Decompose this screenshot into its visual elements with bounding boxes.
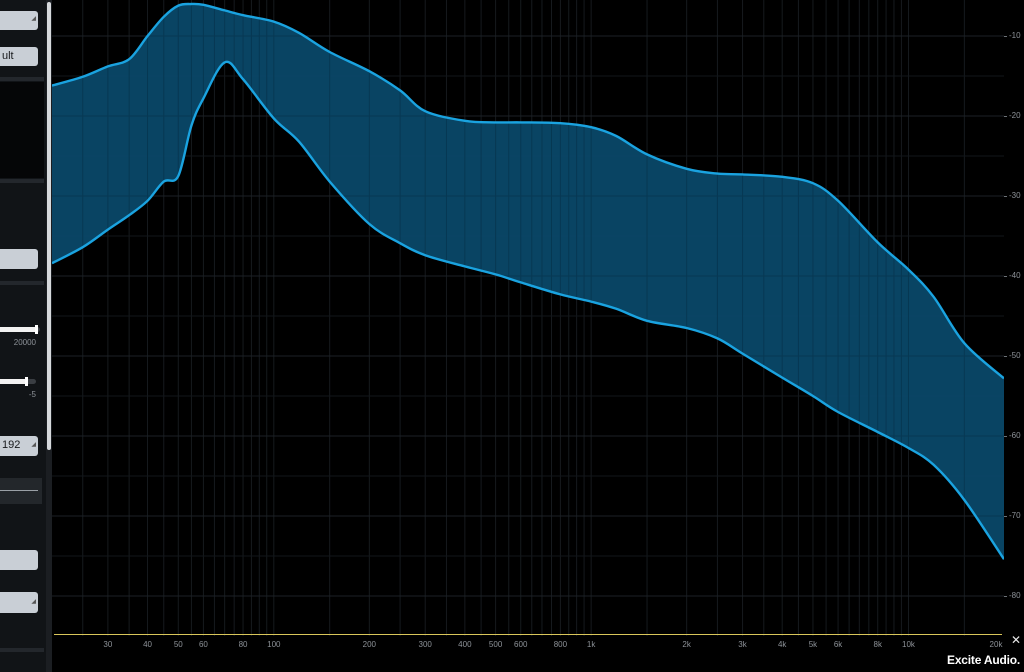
frequency-label: 10k: [902, 640, 915, 649]
frequency-label: 400: [458, 640, 472, 649]
db-tick: [1004, 116, 1007, 117]
db-label: -80: [1009, 591, 1021, 600]
frequency-label: 40: [143, 640, 152, 649]
frequency-slider-knob[interactable]: [35, 325, 38, 334]
frequency-label: 60: [198, 640, 208, 649]
frequency-axis-bar: Excite Audio. 30 40 50 60 80 100 200 300 400 500 6…: [52, 636, 1024, 672]
frequency-label: 6k: [833, 640, 843, 649]
gain-value: -5: [28, 390, 36, 399]
gain-slider[interactable]: [0, 377, 36, 386]
settings-panel: ◢ ult 20000 -5 192 ◢ ◢: [0, 0, 52, 672]
frequency-label: 20k: [989, 640, 1003, 649]
db-tick: [1004, 36, 1007, 37]
db-tick: [1004, 596, 1007, 597]
panel-divider: [0, 648, 44, 652]
frequency-label: 100: [267, 640, 281, 649]
mode-button-label: ult: [2, 50, 14, 62]
db-label: -20: [1009, 111, 1021, 120]
frequency-label: 500: [488, 640, 503, 649]
spectrum-analyzer[interactable]: [52, 0, 1004, 636]
frequency-label: 200: [362, 640, 377, 649]
frequency-label: 30: [103, 640, 113, 649]
dropdown-corner-icon: ◢: [31, 599, 36, 605]
db-label: -30: [1009, 191, 1021, 200]
db-label: -10: [1009, 31, 1021, 40]
db-label: -60: [1009, 431, 1021, 440]
db-label: -50: [1009, 351, 1021, 360]
dropdown-corner-icon: ◢: [31, 16, 36, 22]
frequency-label: 80: [238, 640, 248, 649]
preset-dropdown[interactable]: ◢: [0, 11, 38, 30]
db-label: -40: [1009, 271, 1021, 280]
db-label: -70: [1009, 511, 1021, 520]
frequency-label: 600: [514, 640, 528, 649]
frequency-label: 3k: [738, 640, 747, 649]
frequency-label: 300: [418, 640, 432, 649]
db-tick: [1004, 516, 1007, 517]
frequency-label: 1k: [586, 640, 596, 649]
frequency-value: 20000: [13, 338, 36, 347]
frequency-label: 5k: [808, 640, 818, 649]
panel-line: [0, 490, 38, 491]
frequency-slider-fill: [0, 327, 36, 332]
spectrum-plot: [52, 0, 1004, 636]
db-scale: -10 -20 -30 -40 -50 -60 -70 -80: [1004, 0, 1024, 636]
bottom-button-2[interactable]: ◢: [0, 592, 38, 613]
spectrum-baseline: [54, 634, 1002, 635]
mode-button[interactable]: ult: [0, 47, 38, 66]
bottom-button-1[interactable]: [0, 550, 38, 570]
db-tick: [1004, 436, 1007, 437]
brand-logo: Excite Audio.: [947, 653, 1020, 667]
dropdown-corner-icon: ◢: [31, 442, 36, 448]
db-tick: [1004, 356, 1007, 357]
panel-divider: [0, 77, 44, 81]
fft-size-dropdown[interactable]: 192 ◢: [0, 436, 38, 456]
frequency-label: 800: [553, 640, 568, 649]
panel-section: [0, 82, 44, 178]
gain-slider-knob[interactable]: [25, 377, 28, 386]
fft-size-label: 192: [2, 439, 21, 451]
frequency-slider[interactable]: [0, 325, 40, 334]
panel-slider-area: [0, 478, 42, 504]
frequency-label: 8k: [873, 640, 882, 649]
frequency-label: 4k: [777, 640, 787, 649]
db-tick: [1004, 196, 1007, 197]
panel-divider: [0, 281, 44, 285]
frequency-label: 50: [173, 640, 183, 649]
gain-slider-fill: [0, 379, 26, 384]
middle-button[interactable]: [0, 249, 38, 269]
resize-icon[interactable]: ✕: [1010, 634, 1022, 646]
panel-scrollbar-thumb[interactable]: [47, 2, 51, 450]
frequency-label: 2k: [682, 640, 691, 649]
db-tick: [1004, 276, 1007, 277]
panel-divider: [0, 179, 44, 183]
